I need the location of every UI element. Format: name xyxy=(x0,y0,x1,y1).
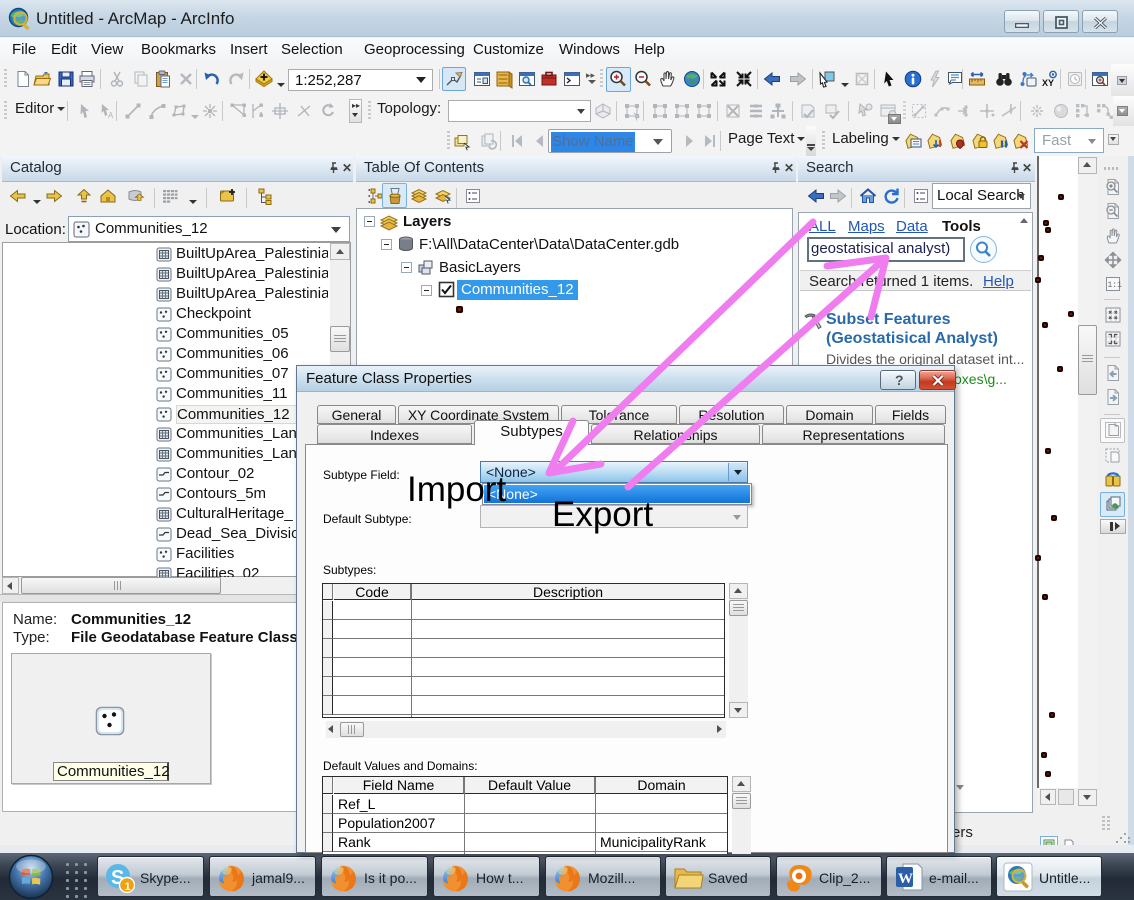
svg-text:1:1: 1:1 xyxy=(1108,281,1123,290)
svg-text:W: W xyxy=(898,871,913,887)
svg-text:XY: XY xyxy=(1042,78,1054,88)
svg-text:A: A xyxy=(108,111,114,120)
svg-text:1: 1 xyxy=(125,881,131,893)
